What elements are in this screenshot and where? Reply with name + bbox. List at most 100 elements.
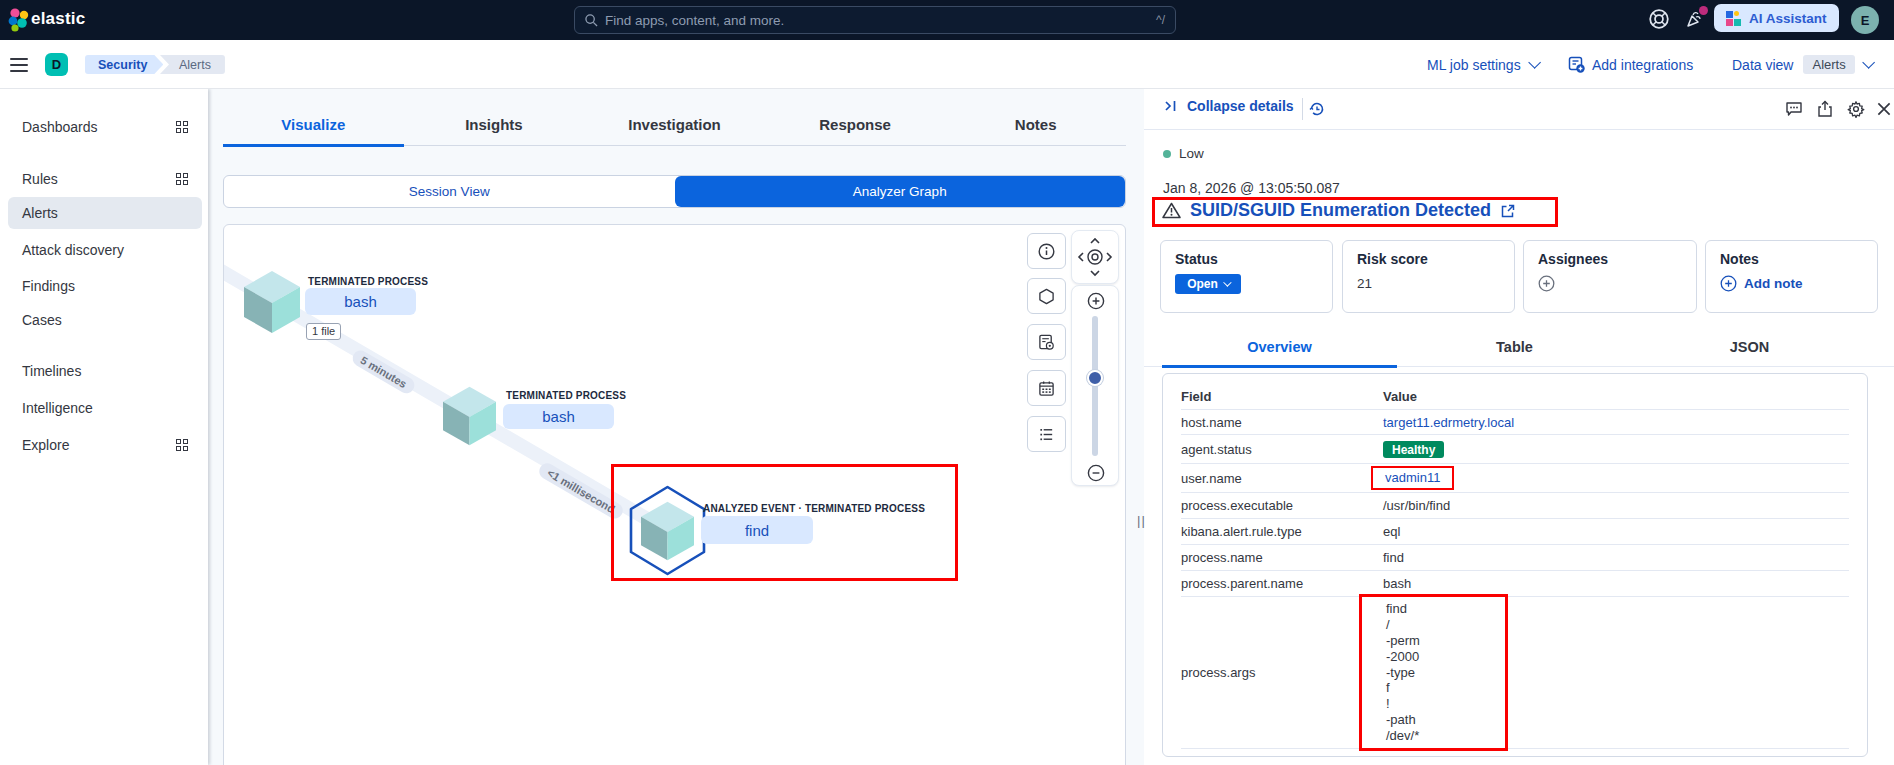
zoom-in-icon[interactable] — [1087, 292, 1105, 310]
user-avatar[interactable]: E — [1851, 6, 1879, 34]
menu-icon[interactable] — [10, 58, 28, 72]
risk-score-value: 21 — [1357, 276, 1500, 291]
user-name-highlight-box: vadmin11 — [1371, 466, 1454, 490]
notes-card: Notes Add note — [1705, 240, 1878, 313]
sidebar-item-explore[interactable]: Explore — [8, 429, 202, 461]
node-events-button[interactable] — [1027, 324, 1066, 360]
sidebar-item-cases[interactable]: Cases — [8, 304, 202, 336]
tab-table[interactable]: Table — [1397, 329, 1632, 366]
session-view-button[interactable]: Session View — [224, 176, 675, 207]
sidebar-item-alerts[interactable]: Alerts — [8, 197, 202, 229]
sidebar-item-attack-discovery[interactable]: Attack discovery — [8, 234, 202, 266]
process-args-highlight-box: find / -perm -2000 -type f ! -path /dev/… — [1359, 594, 1508, 750]
breadcrumb-security[interactable]: Security — [85, 55, 163, 74]
ai-assistant-button[interactable]: AI Assistant — [1714, 4, 1839, 32]
info-icon — [1038, 243, 1055, 260]
alert-timestamp: Jan 8, 2026 @ 13:05:50.087 — [1163, 180, 1340, 196]
share-icon[interactable] — [1816, 100, 1834, 118]
graph-zoom-control[interactable] — [1071, 285, 1119, 486]
agent-status-badge: Healthy — [1383, 441, 1444, 458]
zoom-out-icon[interactable] — [1087, 464, 1105, 482]
assignees-label: Assignees — [1538, 251, 1682, 267]
risk-score-label: Risk score — [1357, 251, 1500, 267]
analyzer-graph-canvas[interactable]: 5 minutes <1 millisecond TERMINATED PROC… — [223, 224, 1126, 765]
user-name-link[interactable]: vadmin11 — [1385, 470, 1440, 485]
process-node-cube[interactable] — [244, 271, 300, 333]
tab-notes[interactable]: Notes — [945, 107, 1126, 145]
tab-response[interactable]: Response — [765, 107, 946, 145]
list-icon — [1038, 426, 1055, 443]
node2-name[interactable]: bash — [503, 404, 614, 429]
host-name-link[interactable]: target11.edrmetry.local — [1383, 415, 1514, 430]
sidebar-item-timelines[interactable]: Timelines — [8, 355, 202, 387]
history-icon[interactable] — [1308, 100, 1326, 118]
alert-detail-main: Visualize Insights Investigation Respons… — [208, 89, 1144, 765]
integrations-icon — [1568, 56, 1585, 73]
highlighted-fields-table: Field Value host.name target11.edrmetry.… — [1162, 373, 1868, 757]
sidebar-item-findings[interactable]: Findings — [8, 270, 202, 302]
process-node-cube[interactable] — [443, 386, 496, 446]
schema-button[interactable] — [1027, 278, 1066, 314]
global-header: elastic Find apps, content, and more. ^/… — [0, 0, 1894, 40]
node-legend-button[interactable] — [1027, 233, 1066, 269]
tab-visualize[interactable]: Visualize — [223, 107, 404, 145]
table-row-process-name: process.name find — [1181, 544, 1849, 570]
severity-dot — [1163, 150, 1171, 158]
tab-insights[interactable]: Insights — [404, 107, 585, 145]
breadcrumb-alerts[interactable]: Alerts — [160, 55, 225, 74]
node3-type-label: ANALYZED EVENT · TERMINATED PROCESS — [703, 503, 925, 514]
secondary-toolbar: D Security Alerts ML job settings Add in… — [0, 40, 1894, 89]
graph-pan-control[interactable] — [1071, 230, 1119, 284]
calendar-icon — [1038, 380, 1055, 397]
space-badge[interactable]: D — [45, 53, 68, 76]
gear-icon[interactable] — [1847, 100, 1865, 118]
hexagon-icon — [1038, 288, 1055, 305]
analyzer-graph-button[interactable]: Analyzer Graph — [675, 176, 1126, 207]
table-row-process-executable: process.executable /usr/bin/find — [1181, 492, 1849, 518]
add-assignee-icon[interactable] — [1538, 275, 1555, 292]
events-list-button[interactable] — [1027, 416, 1066, 452]
grid-icon — [176, 439, 188, 451]
search-icon — [585, 14, 598, 27]
grid-icon — [176, 121, 188, 133]
zoom-slider-handle[interactable] — [1087, 370, 1103, 386]
risk-score-card: Risk score 21 — [1342, 240, 1515, 313]
collapse-details-button[interactable]: Collapse details — [1163, 98, 1294, 114]
add-integrations-link[interactable]: Add integrations — [1568, 40, 1693, 89]
panel-resize-handle[interactable]: || — [1137, 513, 1146, 528]
node1-file-badge[interactable]: 1 file — [306, 323, 341, 340]
tab-investigation[interactable]: Investigation — [584, 107, 765, 145]
tab-json[interactable]: JSON — [1632, 329, 1867, 366]
notes-label: Notes — [1720, 251, 1863, 267]
sidebar-item-rules[interactable]: Rules — [8, 163, 202, 195]
alert-details-panel: Collapse details Low Jan 8, 2026 @ 13:05… — [1144, 89, 1894, 765]
chevron-down-icon — [1528, 56, 1541, 69]
search-placeholder: Find apps, content, and more. — [605, 13, 1156, 28]
date-picker-button[interactable] — [1027, 370, 1066, 406]
close-icon[interactable] — [1875, 100, 1893, 118]
assignees-card: Assignees — [1523, 240, 1697, 313]
node1-name[interactable]: bash — [305, 288, 416, 315]
help-icon[interactable] — [1648, 8, 1670, 30]
details-tabs: Overview Table JSON — [1144, 329, 1894, 367]
divider — [1302, 98, 1303, 120]
ml-job-settings-link[interactable]: ML job settings — [1427, 40, 1537, 89]
add-note-button[interactable]: Add note — [1720, 275, 1863, 292]
alert-rule-title[interactable]: SUID/SGUID Enumeration Detected — [1162, 200, 1516, 221]
search-shortcut: ^/ — [1156, 13, 1165, 27]
tab-overview[interactable]: Overview — [1162, 329, 1397, 366]
search-input[interactable]: Find apps, content, and more. ^/ — [574, 6, 1176, 34]
divider — [1144, 129, 1894, 130]
detail-tabs: Visualize Insights Investigation Respons… — [223, 107, 1126, 146]
node3-name[interactable]: find — [701, 516, 813, 544]
status-open-button[interactable]: Open — [1175, 274, 1241, 294]
data-view-value: Alerts — [1803, 55, 1854, 74]
comment-icon[interactable] — [1785, 100, 1803, 118]
sidebar-item-intelligence[interactable]: Intelligence — [8, 392, 202, 424]
sidebar-item-dashboards[interactable]: Dashboards — [8, 111, 202, 143]
process-node-cube[interactable] — [641, 499, 694, 563]
data-view-picker[interactable]: Data view Alerts — [1732, 40, 1871, 89]
elastic-logo-text[interactable]: elastic — [31, 9, 85, 29]
zoom-slider-track[interactable] — [1092, 316, 1098, 456]
news-feed-icon[interactable] — [1684, 8, 1706, 30]
